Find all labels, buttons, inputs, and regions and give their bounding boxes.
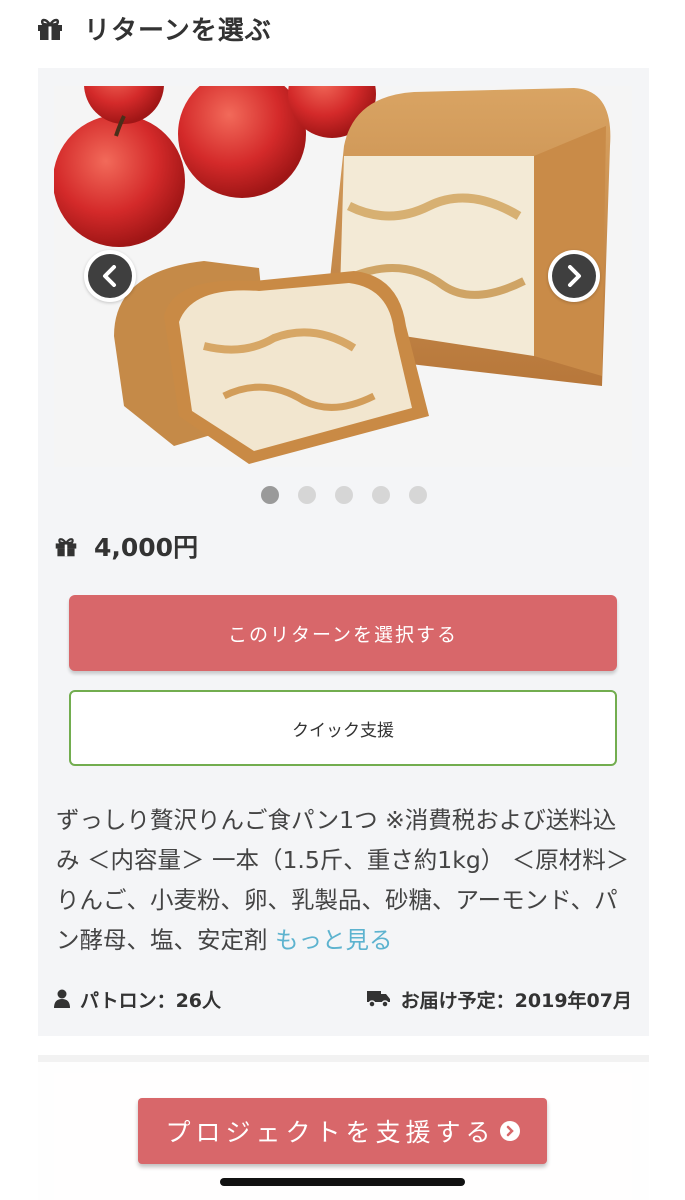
gift-icon <box>55 538 77 557</box>
section-header: リターンを選ぶ <box>36 10 272 46</box>
truck-icon <box>366 991 390 1008</box>
support-project-button[interactable]: プロジェクトを支援する <box>138 1098 547 1164</box>
home-indicator <box>220 1178 465 1186</box>
user-icon <box>54 989 70 1008</box>
support-project-label: プロジェクトを支援する <box>165 1118 496 1147</box>
more-link[interactable]: もっと見る <box>275 926 393 954</box>
page-title: リターンを選ぶ <box>84 15 272 46</box>
carousel-next-button[interactable] <box>548 250 600 302</box>
return-meta: パトロン：26人 お届け予定：2019年07月 <box>54 984 632 1014</box>
select-return-button[interactable]: このリターンを選択する <box>69 595 617 671</box>
carousel-prev-button[interactable] <box>84 250 136 302</box>
carousel-dot[interactable] <box>260 486 279 504</box>
carousel-dot[interactable] <box>371 486 390 504</box>
carousel-dots <box>38 486 649 504</box>
apple-bread-photo <box>54 86 632 467</box>
patrons-text: パトロン：26人 <box>80 989 222 1012</box>
carousel-dot[interactable] <box>408 486 427 504</box>
delivery-date: お届け予定：2019年07月 <box>366 986 632 1013</box>
return-card: 4,000円 このリターンを選択する クイック支援 ずっしり贅沢りんご食パン1つ… <box>38 68 649 1036</box>
chevron-circle-right-icon <box>499 1121 520 1141</box>
patrons-count: パトロン：26人 <box>54 986 221 1013</box>
gift-icon <box>38 18 62 40</box>
carousel-dot[interactable] <box>297 486 316 504</box>
return-price: 4,000円 <box>94 533 199 562</box>
return-image <box>54 86 632 467</box>
carousel-dot[interactable] <box>334 486 353 504</box>
price-row: 4,000円 <box>54 530 198 562</box>
return-description: ずっしり贅沢りんご食パン1つ ※消費税および送料込み ＜内容量＞ 一本（1.5斤… <box>56 800 636 960</box>
quick-support-button[interactable]: クイック支援 <box>69 690 617 766</box>
delivery-text: お届け予定：2019年07月 <box>400 989 632 1012</box>
chevron-left-icon <box>103 265 116 287</box>
chevron-right-icon <box>568 265 581 287</box>
